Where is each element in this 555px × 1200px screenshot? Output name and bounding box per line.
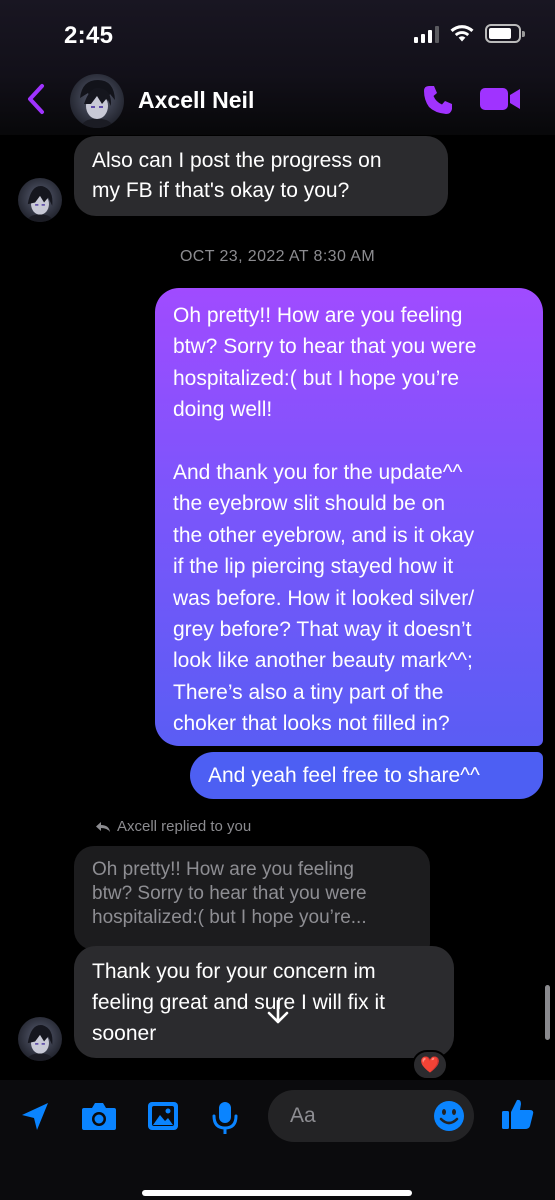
location-button[interactable] [18, 1100, 52, 1134]
message-input-placeholder: Aa [290, 1104, 316, 1127]
message-input[interactable]: Aa [268, 1090, 474, 1142]
scrollbar[interactable] [545, 985, 550, 1040]
sender-avatar[interactable] [18, 1017, 62, 1061]
reply-arrow-icon [96, 821, 110, 832]
status-time: 2:45 [64, 22, 114, 49]
arrow-down-icon [267, 999, 289, 1024]
outgoing-message[interactable]: And yeah feel free to share^^ [190, 752, 543, 799]
scroll-to-bottom-button[interactable] [256, 990, 300, 1034]
conversation-nav: Axcell Neil [0, 68, 555, 130]
back-button[interactable] [22, 82, 52, 116]
camera-button[interactable] [80, 1100, 118, 1132]
message-timestamp: OCT 23, 2022 AT 8:30 AM [179, 248, 376, 265]
battery-icon [485, 24, 525, 43]
messenger-chat-screen: 2:45 Axcell Neil Also can I post the pro… [0, 0, 555, 1200]
home-indicator [142, 1190, 412, 1196]
phone-call-button[interactable] [420, 82, 456, 118]
wifi-icon [450, 25, 474, 42]
emoji-button[interactable] [432, 1099, 466, 1133]
thumbs-up-button[interactable] [500, 1096, 536, 1132]
quoted-message[interactable]: Oh pretty!! How are you feeling btw? Sor… [74, 846, 430, 950]
video-call-button[interactable] [478, 84, 522, 114]
microphone-button[interactable] [210, 1100, 240, 1136]
status-icons [414, 24, 525, 43]
reply-indicator: Axcell replied to you [95, 818, 251, 835]
heart-reaction-badge[interactable]: ❤️ [412, 1050, 448, 1080]
sender-avatar[interactable] [18, 178, 62, 222]
composer-bar: Aa [0, 1080, 555, 1200]
gallery-button[interactable] [146, 1100, 180, 1132]
incoming-message[interactable]: Also can I post the progress on my FB if… [74, 136, 448, 216]
cellular-signal-icon [414, 25, 439, 43]
contact-avatar[interactable] [70, 74, 124, 128]
reply-label-text: Axcell replied to you [117, 818, 252, 835]
outgoing-message[interactable]: Oh pretty!! How are you feeling btw? Sor… [155, 288, 543, 746]
chat-header: 2:45 Axcell Neil [0, 0, 555, 135]
contact-name[interactable]: Axcell Neil [138, 87, 254, 114]
